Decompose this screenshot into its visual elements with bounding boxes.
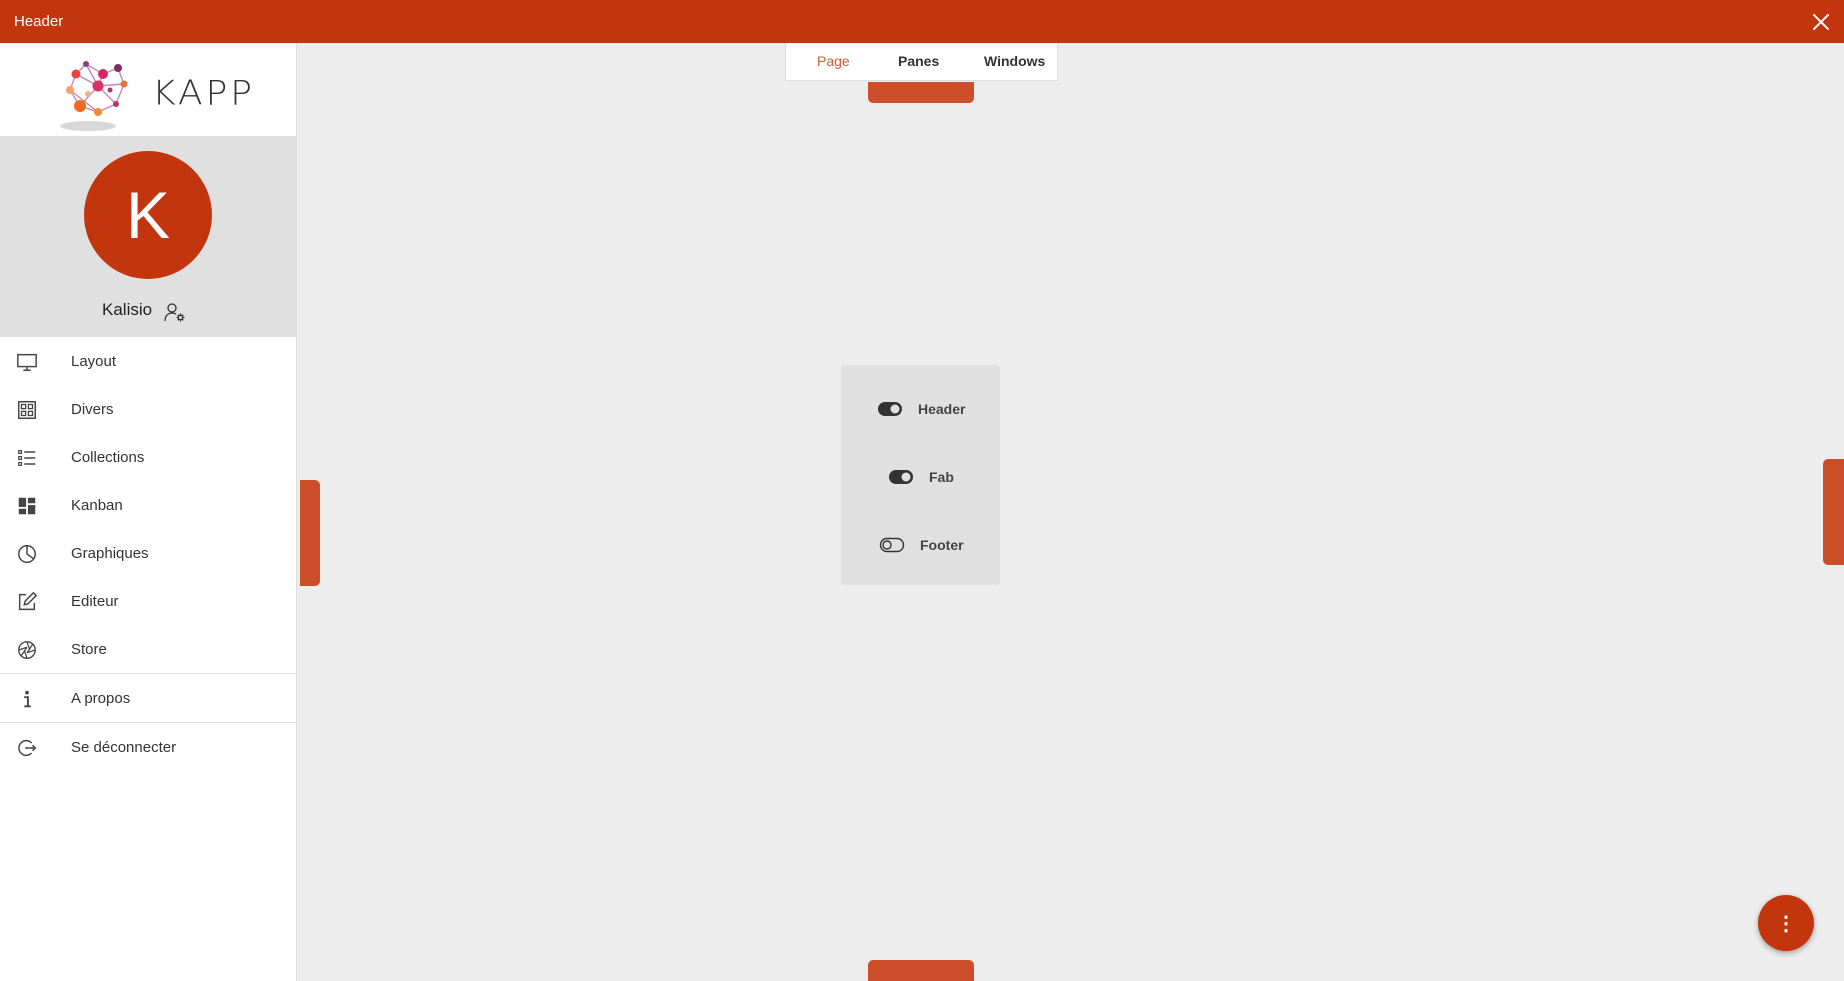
toggle-off-icon: [879, 537, 905, 553]
sidebar-item-label: Se déconnecter: [71, 738, 177, 756]
sidebar-item-label: Editeur: [71, 592, 119, 610]
close-icon[interactable]: [1808, 9, 1834, 35]
toggle-label: Header: [918, 401, 966, 417]
tab-page[interactable]: Page: [817, 53, 850, 69]
toggle-label: Fab: [929, 469, 954, 485]
sidebar-item-label: Divers: [71, 400, 114, 418]
toggle-on-icon: [889, 470, 913, 484]
top-pane-handle[interactable]: [868, 82, 974, 103]
fab-button[interactable]: ⋮: [1758, 895, 1814, 951]
sidebar-item-divers[interactable]: Divers: [0, 385, 296, 433]
sidebar-item-store[interactable]: Store: [0, 625, 296, 673]
info-icon: [24, 690, 31, 708]
tab-bar: Page Panes Windows: [785, 43, 1058, 81]
edit-icon: [18, 591, 38, 611]
app-header: Header: [0, 0, 1844, 43]
sidebar-item-graphiques[interactable]: Graphiques: [0, 529, 296, 577]
user-settings-icon[interactable]: [163, 300, 187, 324]
sidebar-item-label: A propos: [71, 689, 131, 707]
sidebar-item-kanban[interactable]: Kanban: [0, 481, 296, 529]
profile-name: Kalisio: [102, 300, 153, 319]
bottom-pane-handle[interactable]: [868, 960, 974, 981]
aperture-icon: [18, 641, 36, 659]
tab-windows[interactable]: Windows: [984, 53, 1045, 69]
sidebar-item-label: Layout: [71, 352, 117, 370]
toggle-label: Footer: [920, 537, 964, 553]
sidebar-item-a-propos[interactable]: A propos: [0, 674, 296, 722]
layout-toggle-panel: Header Fab Footer: [841, 365, 1000, 585]
grid-icon: [18, 401, 36, 419]
sidebar-item-label: Store: [71, 640, 107, 658]
dashboard-icon: [18, 497, 36, 515]
sidebar-item-collections[interactable]: Collections: [0, 433, 296, 481]
pie-chart-icon: [18, 545, 36, 563]
fab-toggle[interactable]: Fab: [888, 469, 954, 485]
sidebar-item-logout[interactable]: Se déconnecter: [0, 723, 296, 771]
sidebar-item-label: Graphiques: [71, 544, 149, 562]
more-vertical-icon: ⋮: [1776, 912, 1796, 935]
tab-panes[interactable]: Panes: [898, 53, 939, 69]
logo-text: KAPP: [152, 74, 256, 113]
sidebar-item-label: Collections: [71, 448, 145, 466]
sidebar-item-label: Kanban: [71, 496, 123, 514]
right-pane-handle[interactable]: [1823, 459, 1844, 565]
list-icon: [18, 450, 36, 466]
footer-toggle[interactable]: Footer: [879, 537, 964, 553]
left-pane-handle[interactable]: [300, 480, 320, 586]
header-title: Header: [14, 13, 64, 30]
user-profile: K Kalisio: [0, 136, 296, 337]
kapp-logo-icon: [60, 61, 128, 131]
sidebar-item-editeur[interactable]: Editeur: [0, 577, 296, 625]
monitor-icon: [17, 353, 37, 371]
avatar[interactable]: K: [84, 151, 212, 279]
header-toggle[interactable]: Header: [877, 401, 965, 417]
logout-icon: [18, 739, 37, 757]
logo-area: KAPP: [0, 43, 296, 136]
sidebar-nav: Layout Divers Collections Kanban Graphiq…: [0, 337, 296, 771]
toggle-on-icon: [878, 402, 902, 416]
sidebar-item-layout[interactable]: Layout: [0, 337, 296, 385]
sidebar: KAPP K Kalisio Layout Divers Collections…: [0, 43, 297, 981]
